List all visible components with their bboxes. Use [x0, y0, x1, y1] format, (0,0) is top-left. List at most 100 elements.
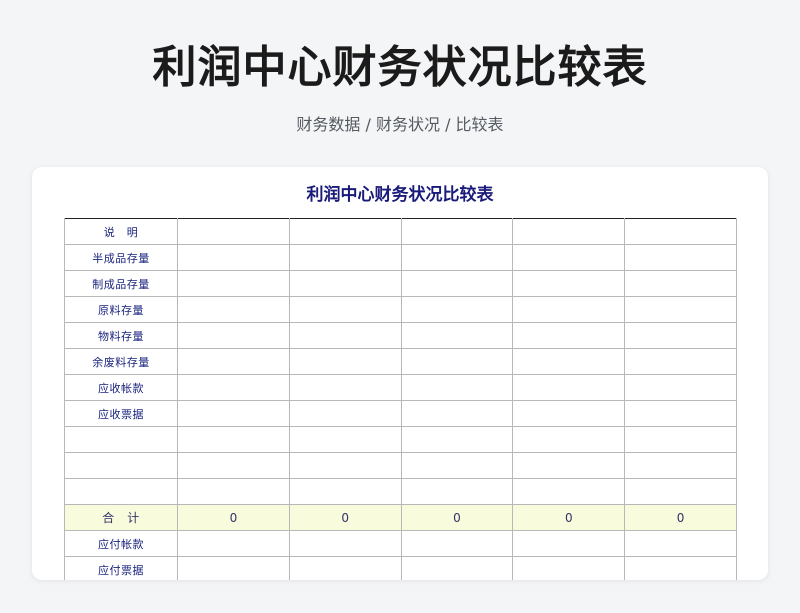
table-cell[interactable] — [400, 452, 514, 479]
table-row: 余废料存量 — [64, 348, 737, 375]
table-cell[interactable] — [624, 426, 737, 453]
table-cell[interactable] — [400, 218, 514, 245]
table-cell[interactable] — [288, 400, 402, 427]
row-label[interactable]: 说 明 — [64, 218, 178, 245]
row-label[interactable]: 合 计 — [64, 504, 178, 531]
table-cell[interactable] — [288, 478, 402, 505]
table-cell[interactable] — [400, 244, 514, 271]
row-label[interactable]: 物料存量 — [64, 322, 178, 349]
table-cell[interactable] — [624, 270, 737, 297]
table-cell[interactable] — [512, 244, 626, 271]
row-label[interactable] — [64, 478, 178, 505]
table-cell[interactable] — [288, 244, 402, 271]
table-cell[interactable]: 0 — [400, 504, 514, 531]
table-cell[interactable] — [177, 218, 290, 245]
table-cell[interactable] — [288, 296, 402, 323]
table-cell[interactable] — [400, 348, 514, 375]
table-cell[interactable] — [177, 478, 290, 505]
table-row — [64, 452, 737, 479]
table-cell[interactable] — [512, 374, 626, 401]
table-cell[interactable] — [400, 322, 514, 349]
table-cell[interactable] — [512, 452, 626, 479]
table-row: 说 明 — [64, 218, 737, 245]
row-label[interactable]: 应付帐款 — [64, 530, 178, 557]
table-row: 物料存量 — [64, 322, 737, 349]
table-cell[interactable] — [400, 426, 514, 453]
table-cell[interactable] — [624, 478, 737, 505]
table-cell[interactable] — [624, 530, 737, 557]
table-cell[interactable] — [288, 374, 402, 401]
breadcrumb: 财务数据 / 财务状况 / 比较表 — [296, 115, 504, 134]
table-cell[interactable] — [512, 426, 626, 453]
table-cell[interactable] — [177, 530, 290, 557]
sheet-card: 利润中心财务状况比较表 说 明半成品存量 制成品存量 原料存量 物料存量 余废料存量 应收… — [32, 167, 768, 580]
table-cell[interactable] — [624, 556, 737, 580]
row-label[interactable] — [64, 426, 178, 453]
row-label[interactable]: 应收帐款 — [64, 374, 178, 401]
table-cell[interactable] — [624, 322, 737, 349]
table-cell[interactable] — [177, 348, 290, 375]
table-cell[interactable] — [624, 296, 737, 323]
table-cell[interactable] — [400, 556, 514, 580]
table-cell[interactable] — [512, 348, 626, 375]
table-cell[interactable] — [512, 530, 626, 557]
row-label[interactable]: 原料存量 — [64, 296, 178, 323]
table-cell[interactable] — [400, 296, 514, 323]
table-cell[interactable] — [177, 322, 290, 349]
table-cell[interactable] — [512, 400, 626, 427]
table-cell[interactable]: 0 — [624, 504, 737, 531]
table-cell[interactable] — [288, 426, 402, 453]
row-label[interactable]: 余废料存量 — [64, 348, 178, 375]
table-row: 应付票据 — [64, 556, 737, 580]
row-label[interactable]: 应付票据 — [64, 556, 178, 580]
table-cell[interactable] — [288, 218, 402, 245]
table-cell[interactable] — [624, 348, 737, 375]
row-label[interactable]: 制成品存量 — [64, 270, 178, 297]
table-row: 半成品存量 — [64, 244, 737, 271]
table-cell[interactable] — [624, 374, 737, 401]
table-cell[interactable] — [512, 322, 626, 349]
table-cell[interactable] — [400, 478, 514, 505]
table-row: 应收帐款 — [64, 374, 737, 401]
table-row: 制成品存量 — [64, 270, 737, 297]
table-cell[interactable] — [624, 400, 737, 427]
table-row: 应收票据 — [64, 400, 737, 427]
page-title: 利润中心财务状况比较表 — [152, 42, 648, 93]
table-cell[interactable] — [624, 244, 737, 271]
table-cell[interactable] — [177, 452, 290, 479]
table-cell[interactable] — [512, 218, 626, 245]
table-cell[interactable] — [177, 270, 290, 297]
table-cell[interactable] — [288, 530, 402, 557]
table-cell[interactable] — [177, 400, 290, 427]
table-cell[interactable] — [177, 296, 290, 323]
table-cell[interactable] — [177, 426, 290, 453]
table-cell[interactable] — [624, 452, 737, 479]
table-cell[interactable] — [288, 452, 402, 479]
table-cell[interactable] — [288, 556, 402, 580]
table-cell[interactable]: 0 — [177, 504, 290, 531]
table-cell[interactable] — [512, 296, 626, 323]
table-row — [64, 426, 737, 453]
sheet-title: 利润中心财务状况比较表 — [306, 185, 494, 205]
table-cell[interactable] — [288, 348, 402, 375]
table-cell[interactable] — [400, 374, 514, 401]
table-cell[interactable] — [177, 374, 290, 401]
table-cell[interactable] — [400, 400, 514, 427]
table-cell[interactable]: 0 — [512, 504, 626, 531]
row-label[interactable]: 应收票据 — [64, 400, 178, 427]
table-cell[interactable]: 0 — [288, 504, 402, 531]
table-cell[interactable] — [288, 270, 402, 297]
table-cell[interactable] — [177, 556, 290, 580]
table-cell[interactable] — [400, 270, 514, 297]
table-cell[interactable] — [512, 270, 626, 297]
table-row: 原料存量 — [64, 296, 737, 323]
table-cell[interactable] — [288, 322, 402, 349]
table-cell[interactable] — [177, 244, 290, 271]
table-cell[interactable] — [400, 530, 514, 557]
row-label[interactable]: 半成品存量 — [64, 244, 178, 271]
row-label[interactable] — [64, 452, 178, 479]
table-cell[interactable] — [624, 218, 737, 245]
table-cell[interactable] — [512, 556, 626, 580]
table-row: 应付帐款 — [64, 530, 737, 557]
table-cell[interactable] — [512, 478, 626, 505]
